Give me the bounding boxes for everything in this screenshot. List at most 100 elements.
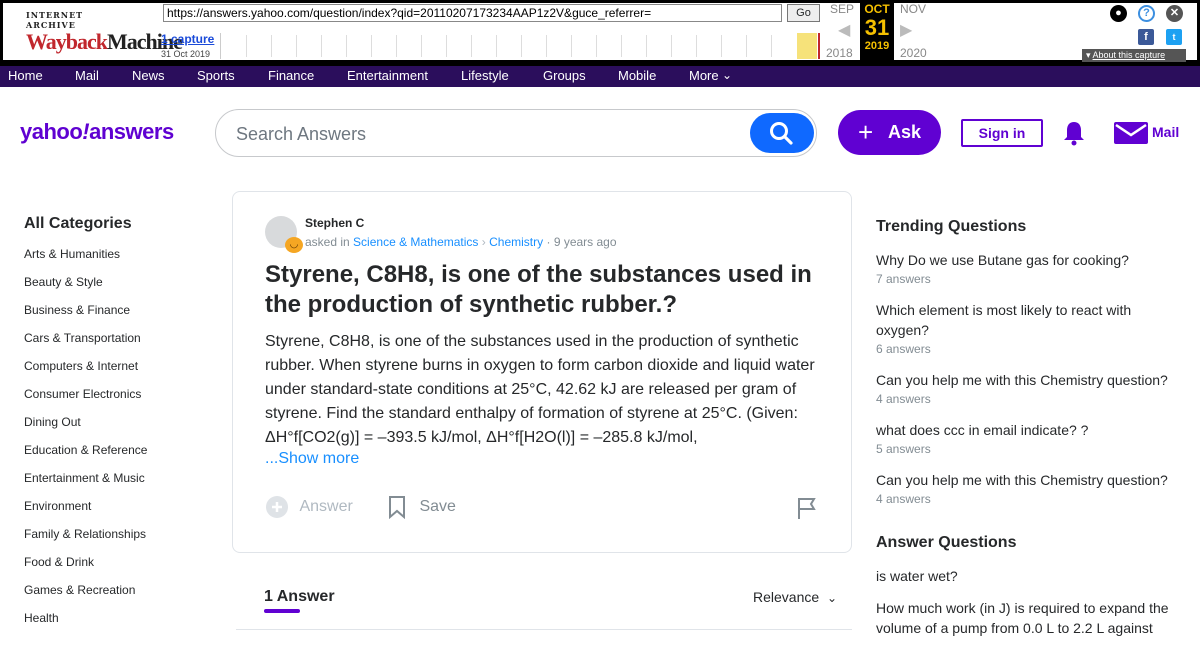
category-item[interactable]: Food & Drink: [24, 554, 204, 582]
answer-questions: Answer Questions is water wet? How much w…: [876, 534, 1186, 650]
trending-answer-count: 5 answers: [876, 442, 931, 456]
wayback-prev-month[interactable]: SEP: [830, 2, 854, 16]
answer-question-item[interactable]: is water wet?: [876, 566, 1186, 586]
trending-answer-count: 6 answers: [876, 342, 931, 356]
trending-question[interactable]: Which element is most likely to react wi…: [876, 300, 1186, 340]
trending-question[interactable]: Can you help me with this Chemistry ques…: [876, 370, 1186, 390]
category-item[interactable]: Arts & Humanities: [24, 246, 204, 274]
facebook-icon[interactable]: f: [1138, 29, 1154, 45]
show-more-link[interactable]: ...Show more: [265, 450, 359, 468]
category-item[interactable]: Dining Out: [24, 414, 204, 442]
wayback-current-year: 2019: [864, 40, 890, 52]
trending-questions: Trending Questions Why Do we use Butane …: [876, 218, 1186, 520]
nav-item-news[interactable]: News: [132, 68, 165, 83]
trending-item[interactable]: Can you help me with this Chemistry ques…: [876, 370, 1186, 406]
author-name[interactable]: Stephen C: [305, 216, 364, 230]
trending-item[interactable]: Which element is most likely to react wi…: [876, 300, 1186, 356]
sparkline-tick: [346, 35, 347, 57]
wayback-go-button[interactable]: Go: [787, 4, 820, 22]
question-card: ◡ Stephen C asked in Science & Mathemati…: [232, 191, 852, 553]
asked-in-label: asked in: [305, 235, 350, 249]
subcategory-link[interactable]: Chemistry: [489, 235, 543, 249]
close-icon[interactable]: ✕: [1166, 5, 1183, 22]
about-capture-button[interactable]: ▾ About this capture: [1082, 49, 1186, 62]
nav-item-mobile[interactable]: Mobile: [618, 68, 656, 83]
sign-in-button[interactable]: Sign in: [961, 119, 1043, 147]
category-link[interactable]: Science & Mathematics: [353, 235, 478, 249]
yahoo-answers-logo[interactable]: yahoo!answers: [20, 119, 174, 145]
sparkline-tick: [771, 35, 772, 57]
sparkline-tick: [246, 35, 247, 57]
answer-count-underline: [264, 609, 300, 613]
category-item[interactable]: Computers & Internet: [24, 358, 204, 386]
nav-item-finance[interactable]: Finance: [268, 68, 314, 83]
trending-question[interactable]: Why Do we use Butane gas for cooking?: [876, 250, 1186, 270]
sparkline-tick: [671, 35, 672, 57]
nav-item-more[interactable]: More: [689, 68, 719, 83]
wayback-url-input[interactable]: [163, 4, 782, 22]
answer-count: 1 Answer: [264, 588, 335, 605]
nav-item-sports[interactable]: Sports: [197, 68, 235, 83]
trending-answer-count: 4 answers: [876, 492, 931, 506]
nav-item-home[interactable]: Home: [8, 68, 43, 83]
nav-item-lifestyle[interactable]: Lifestyle: [461, 68, 509, 83]
account-icon[interactable]: ●: [1110, 5, 1127, 22]
nav-item-entertainment[interactable]: Entertainment: [347, 68, 428, 83]
ask-button[interactable]: + Ask: [838, 110, 941, 155]
trending-item[interactable]: Can you help me with this Chemistry ques…: [876, 470, 1186, 506]
category-item[interactable]: Health: [24, 610, 204, 638]
sparkline-tick: [271, 35, 272, 57]
avatar[interactable]: ◡: [265, 216, 303, 253]
nav-item-groups[interactable]: Groups: [543, 68, 586, 83]
category-item[interactable]: Entertainment & Music: [24, 470, 204, 498]
sparkline-tick: [646, 35, 647, 57]
sparkline-tick: [296, 35, 297, 57]
about-capture-label: About this capture: [1092, 50, 1166, 60]
mail-link[interactable]: Mail: [1114, 120, 1179, 151]
category-item[interactable]: Environment: [24, 498, 204, 526]
wayback-captures-link[interactable]: 1 capture: [161, 32, 214, 46]
wayback-prev-arrow-icon[interactable]: ◀: [838, 20, 850, 40]
category-item[interactable]: Cars & Transportation: [24, 330, 204, 358]
sparkline-tick: [371, 35, 372, 57]
comment-plus-icon: [266, 496, 288, 518]
answer-question-item[interactable]: How much work (in J) is required to expa…: [876, 598, 1186, 638]
trending-title: Trending Questions: [876, 218, 1027, 235]
category-item[interactable]: Consumer Electronics: [24, 386, 204, 414]
trending-question[interactable]: what does ccc in email indicate? ?: [876, 420, 1186, 440]
trending-item[interactable]: Why Do we use Butane gas for cooking? 7 a…: [876, 250, 1186, 286]
category-item[interactable]: Business & Finance: [24, 302, 204, 330]
category-item[interactable]: Games & Recreation: [24, 582, 204, 610]
wayback-logo-top: INTERNET ARCHIVE: [26, 10, 84, 30]
nav-item-mail[interactable]: Mail: [75, 68, 99, 83]
search-button[interactable]: [750, 113, 814, 153]
wayback-next-arrow-icon[interactable]: ▶: [900, 20, 912, 40]
twitter-icon[interactable]: t: [1166, 29, 1182, 45]
wayback-toolbar: INTERNET ARCHIVE WaybackMachine Go 1 cap…: [0, 0, 1200, 66]
trending-item[interactable]: what does ccc in email indicate? ? 5 answ…: [876, 420, 1186, 456]
category-item[interactable]: Family & Relationships: [24, 526, 204, 554]
trending-question[interactable]: Can you help me with this Chemistry ques…: [876, 470, 1186, 490]
pumpkin-icon: ◡: [285, 237, 303, 253]
wayback-prev-year[interactable]: 2018: [826, 46, 853, 60]
yahoo-nav-bar: Home Mail News Sports Finance Entertainment Li…: [0, 66, 1200, 87]
search-input[interactable]: [236, 122, 736, 146]
sort-dropdown[interactable]: Relevance ⌄: [753, 589, 837, 605]
wayback-logo[interactable]: INTERNET ARCHIVE WaybackMachine: [26, 10, 183, 54]
category-item[interactable]: Beauty & Style: [24, 274, 204, 302]
search-box: [215, 109, 817, 157]
sparkline-highlight: [797, 33, 817, 59]
mail-icon: [1114, 122, 1148, 144]
logo-yahoo: yahoo: [20, 119, 83, 144]
wayback-sparkline[interactable]: [220, 33, 822, 59]
help-icon[interactable]: ?: [1138, 5, 1155, 22]
wayback-next-year[interactable]: 2020: [900, 46, 927, 60]
question-title: Styrene, C8H8, is one of the substances …: [265, 261, 812, 318]
answer-button[interactable]: Answer: [265, 495, 353, 519]
wayback-next-month[interactable]: NOV: [900, 2, 926, 16]
flag-icon[interactable]: [795, 496, 817, 520]
save-button[interactable]: Save: [387, 495, 456, 520]
category-item[interactable]: Education & Reference: [24, 442, 204, 470]
wayback-current-month: OCT: [864, 2, 890, 16]
bell-icon[interactable]: [1062, 120, 1086, 146]
